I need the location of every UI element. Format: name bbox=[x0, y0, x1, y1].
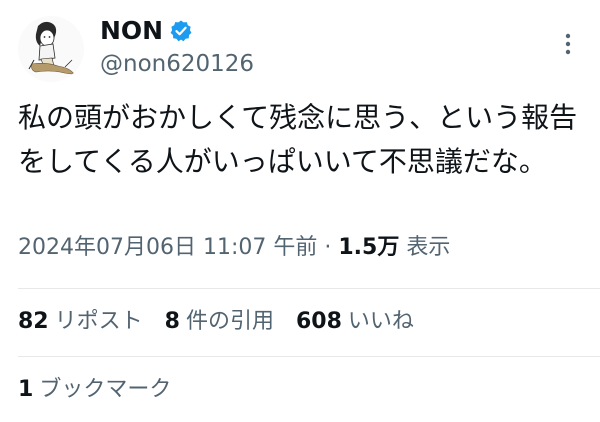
quotes-label: 件の引用 bbox=[185, 309, 274, 334]
engagement-stats: 82 リポスト 8 件の引用 608 いいね bbox=[18, 306, 414, 338]
tweet-timestamp[interactable]: 2024年07月06日 11:07 午前 bbox=[18, 235, 317, 260]
reposts-stat[interactable]: 82 リポスト bbox=[18, 306, 143, 338]
more-options-icon[interactable] bbox=[556, 32, 580, 56]
reposts-label: リポスト bbox=[54, 309, 143, 334]
bookmarks-label: ブックマーク bbox=[39, 377, 172, 402]
avatar[interactable] bbox=[18, 16, 84, 82]
meta-separator: · bbox=[324, 235, 332, 260]
bookmarks-stat[interactable]: 1 ブックマーク bbox=[18, 374, 171, 406]
likes-count: 608 bbox=[295, 309, 342, 334]
tweet-meta: 2024年07月06日 11:07 午前 · 1.5万 表示 bbox=[18, 232, 450, 264]
cartoon-girl-avatar-icon bbox=[28, 21, 75, 75]
quotes-count: 8 bbox=[164, 309, 180, 334]
quotes-stat[interactable]: 8 件の引用 bbox=[165, 306, 274, 338]
divider bbox=[18, 288, 600, 289]
user-handle[interactable]: @non620126 bbox=[100, 50, 254, 78]
likes-stat[interactable]: 608 いいね bbox=[296, 306, 414, 338]
reposts-count: 82 bbox=[18, 309, 49, 334]
verified-badge-icon bbox=[169, 19, 193, 43]
display-name[interactable]: NON bbox=[100, 16, 163, 46]
tweet-header: NON @non620126 bbox=[18, 14, 582, 82]
views-label: 表示 bbox=[406, 235, 451, 260]
name-row: NON bbox=[100, 16, 193, 46]
views-count: 1.5万 bbox=[338, 235, 400, 260]
bookmarks-count: 1 bbox=[18, 377, 34, 402]
likes-label: いいね bbox=[347, 309, 414, 334]
tweet-text: 私の頭がおかしくて残念に思う、という報告をしてくる人がいっぱいいて不思議だな。 bbox=[18, 101, 578, 178]
divider bbox=[18, 356, 600, 357]
